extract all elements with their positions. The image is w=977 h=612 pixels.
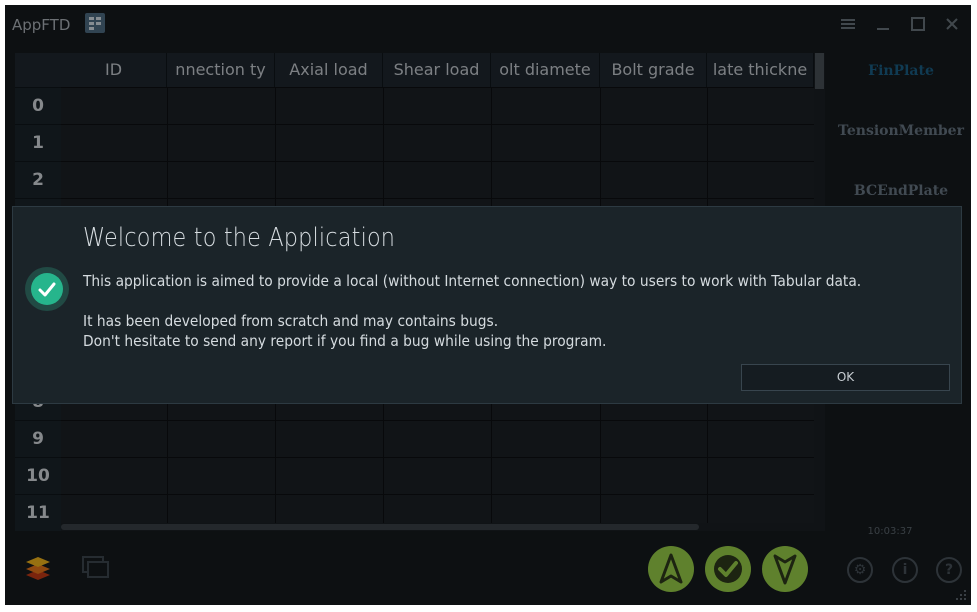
success-check-icon (25, 267, 69, 311)
ok-button[interactable]: OK (741, 364, 950, 391)
dialog-message: This application is aimed to provide a l… (83, 272, 862, 350)
dialog-title: Welcome to the Application (83, 223, 396, 253)
welcome-dialog: Welcome to the Application This applicat… (12, 206, 962, 404)
